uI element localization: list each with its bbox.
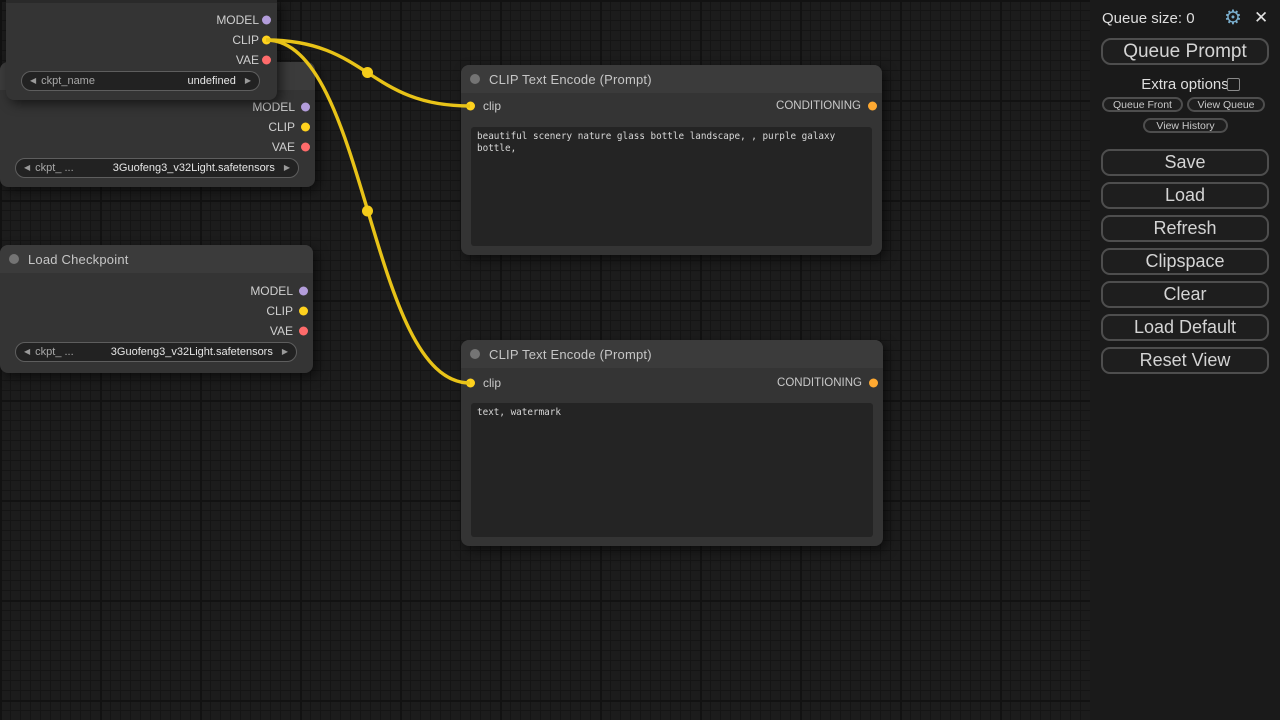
model-output-dot[interactable] — [301, 103, 310, 112]
combo-right-arrow-icon[interactable]: ▶ — [284, 164, 290, 172]
output-slot-clip[interactable]: CLIP — [6, 30, 277, 50]
load-button[interactable]: Load — [1101, 182, 1269, 209]
clip-text-encode-node-negative[interactable]: CLIP Text Encode (Prompt) clip CONDITION… — [461, 340, 883, 546]
extra-options-label: Extra options — [1090, 76, 1280, 93]
slot-label: MODEL — [250, 284, 293, 298]
queue-prompt-button[interactable]: Queue Prompt — [1101, 38, 1269, 65]
clipspace-button[interactable]: Clipspace — [1101, 248, 1269, 275]
output-slot-vae[interactable]: VAE — [6, 50, 277, 70]
combo-left-arrow-icon[interactable]: ◀ — [24, 348, 30, 356]
model-output-dot[interactable] — [262, 16, 271, 25]
clip-text-encode-node-positive[interactable]: CLIP Text Encode (Prompt) clip CONDITION… — [461, 65, 882, 255]
node-title-bar[interactable]: Load Checkpoint — [0, 245, 313, 273]
graph-canvas[interactable]: MODEL CLIP VAE ◀ ckpt_ ... 3Guofeng3_v32… — [0, 0, 1090, 720]
node-collapse-dot-icon[interactable] — [9, 254, 19, 264]
combo-left-arrow-icon[interactable]: ◀ — [24, 164, 30, 172]
clip-input-dot[interactable] — [466, 379, 475, 388]
combo-right-arrow-icon[interactable]: ▶ — [282, 348, 288, 356]
combo-right-arrow-icon[interactable]: ▶ — [245, 77, 251, 85]
node-collapse-dot-icon[interactable] — [470, 349, 480, 359]
widget-label: ckpt_ ... — [35, 162, 74, 174]
slot-label: CLIP — [266, 304, 293, 318]
widget-label: ckpt_name — [41, 75, 95, 87]
input-slot-label: clip — [483, 99, 501, 113]
node-title: CLIP Text Encode (Prompt) — [489, 347, 652, 362]
widget-label: ckpt_ ... — [35, 346, 74, 358]
slot-label: CLIP — [268, 120, 295, 134]
extra-options-checkbox[interactable] — [1227, 78, 1240, 91]
ckpt-name-widget[interactable]: ◀ ckpt_ ... 3Guofeng3_v32Light.safetenso… — [15, 158, 299, 178]
output-slot-vae[interactable]: VAE — [0, 321, 313, 341]
node-title: Load Checkpoint — [28, 252, 129, 267]
clip-output-dot[interactable] — [301, 123, 310, 132]
prompt-textarea[interactable]: beautiful scenery nature glass bottle la… — [471, 127, 872, 246]
save-button[interactable]: Save — [1101, 149, 1269, 176]
node-title-bar[interactable]: CLIP Text Encode (Prompt) — [461, 340, 883, 368]
conditioning-output-dot[interactable] — [868, 102, 877, 111]
view-queue-button[interactable]: View Queue — [1187, 97, 1265, 112]
output-slot-vae[interactable]: VAE — [0, 137, 315, 157]
queue-front-button[interactable]: Queue Front — [1102, 97, 1183, 112]
slot-label: CLIP — [232, 33, 259, 47]
output-slot-label: CONDITIONING — [777, 377, 862, 389]
slot-label: VAE — [236, 53, 259, 67]
ckpt-name-widget[interactable]: ◀ ckpt_name undefined ▶ — [21, 71, 260, 91]
widget-value: undefined — [100, 75, 236, 87]
combo-left-arrow-icon[interactable]: ◀ — [30, 77, 36, 85]
reset-view-button[interactable]: Reset View — [1101, 347, 1269, 374]
node-title: CLIP Text Encode (Prompt) — [489, 72, 652, 87]
prompt-textarea[interactable]: text, watermark — [471, 403, 873, 537]
clip-input-dot[interactable] — [466, 102, 475, 111]
refresh-button[interactable]: Refresh — [1101, 215, 1269, 242]
output-slot-model[interactable]: MODEL — [0, 281, 313, 301]
vae-output-dot[interactable] — [301, 143, 310, 152]
conditioning-output-dot[interactable] — [869, 379, 878, 388]
load-checkpoint-node-bottom[interactable]: Load Checkpoint MODEL CLIP VAE ◀ ckpt_ .… — [0, 245, 313, 373]
link-midpoint-dot — [362, 67, 373, 78]
model-output-dot[interactable] — [299, 287, 308, 296]
load-default-button[interactable]: Load Default — [1101, 314, 1269, 341]
node-title-seam — [6, 0, 277, 3]
output-slot-model[interactable]: MODEL — [6, 10, 277, 30]
slot-label: MODEL — [252, 100, 295, 114]
load-checkpoint-node-top[interactable]: MODEL CLIP VAE ◀ ckpt_name undefined ▶ — [6, 0, 277, 100]
slot-label: MODEL — [216, 13, 259, 27]
clip-output-dot[interactable] — [299, 307, 308, 316]
io-slot-row: clip CONDITIONING — [461, 373, 883, 393]
output-slot-clip[interactable]: CLIP — [0, 117, 315, 137]
output-slot-label: CONDITIONING — [776, 100, 861, 112]
widget-value: 3Guofeng3_v32Light.safetensors — [79, 346, 273, 358]
widget-value: 3Guofeng3_v32Light.safetensors — [79, 162, 275, 174]
slot-label: VAE — [270, 324, 293, 338]
output-slot-clip[interactable]: CLIP — [0, 301, 313, 321]
vae-output-dot[interactable] — [299, 327, 308, 336]
io-slot-row: clip CONDITIONING — [461, 96, 882, 116]
output-slot-model[interactable]: MODEL — [0, 97, 315, 117]
clear-button[interactable]: Clear — [1101, 281, 1269, 308]
clip-output-dot[interactable] — [262, 36, 271, 45]
node-collapse-dot-icon[interactable] — [470, 74, 480, 84]
vae-output-dot[interactable] — [262, 56, 271, 65]
ckpt-name-widget[interactable]: ◀ ckpt_ ... 3Guofeng3_v32Light.safetenso… — [15, 342, 297, 362]
input-slot-label: clip — [483, 376, 501, 390]
slot-label: VAE — [272, 140, 295, 154]
view-history-button[interactable]: View History — [1143, 118, 1228, 133]
node-title-bar[interactable]: CLIP Text Encode (Prompt) — [461, 65, 882, 93]
link-midpoint-dot — [362, 206, 373, 217]
